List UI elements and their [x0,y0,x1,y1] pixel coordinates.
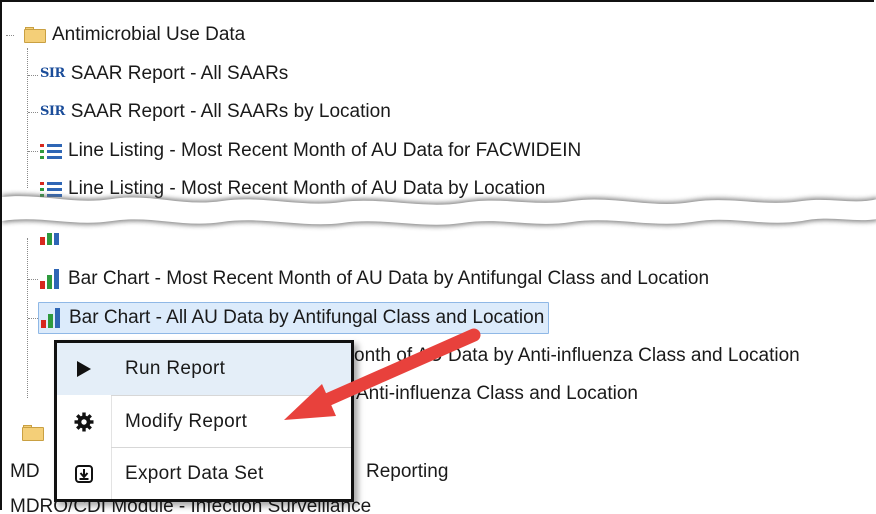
tree-item-label: Anti-influenza Class and Location [356,383,639,404]
tree-guide-line [27,48,28,188]
folder-label: Antimicrobial Use Data [52,24,246,45]
torn-edge-divider [2,194,876,227]
run-report-menu-item[interactable]: Run Report [57,343,351,395]
tree-item-bar-chart-partial[interactable] [40,233,62,247]
tree-connector [28,318,38,319]
folder-icon [24,27,46,43]
report-tree-panel: Antimicrobial Use Data SIR SAAR Report -… [0,0,876,512]
tree-item-bar-chart-recent-antifungal[interactable]: Bar Chart - Most Recent Month of AU Data… [40,264,709,294]
tree-item-mdro-reporting-right[interactable]: Reporting [366,457,448,487]
context-menu: Run Report Modify Report Export Data Set [54,340,354,502]
tree-item-bar-chart-all-anti-influenza[interactable]: Anti-influenza Class and Location [356,379,638,409]
tree-item-bar-chart-all-antifungal[interactable]: Bar Chart - All AU Data by Antifungal Cl… [38,302,550,334]
folder-icon [22,425,44,441]
tree-item-mdro-reporting-left[interactable]: MD [10,457,40,487]
tree-connector [6,35,14,36]
tree-connector [28,279,38,280]
export-data-set-menu-item[interactable]: Export Data Set [57,448,351,500]
tree-item-saar-all[interactable]: SIR SAAR Report - All SAARs [40,59,288,89]
menu-item-label: Export Data Set [125,463,264,484]
gear-icon [57,396,111,448]
tree-item-label: Bar Chart - All AU Data by Antifungal Cl… [69,307,545,328]
tree-connector [28,151,38,152]
modify-report-menu-item[interactable]: Modify Report [57,396,351,448]
bar-chart-icon [40,269,62,289]
bar-chart-icon [40,233,62,245]
tree-item-bar-chart-recent-anti-influenza[interactable]: onth of AU Data by Anti-influenza Class … [354,341,800,371]
bar-chart-icon [41,308,63,328]
export-icon [57,448,111,500]
tree-item-label: MD [10,461,40,482]
play-icon [57,343,111,395]
tree-item-saar-by-location[interactable]: SIR SAAR Report - All SAARs by Location [40,97,391,127]
tree-item-label: SAAR Report - All SAARs [70,63,289,84]
tree-folder-mdro[interactable] [22,418,44,448]
menu-item-label: Run Report [125,358,226,379]
line-listing-icon [40,142,62,160]
sir-icon: SIR [40,66,65,81]
tree-item-label: onth of AU Data by Anti-influenza Class … [354,345,800,366]
tree-item-label: SAAR Report - All SAARs by Location [70,101,391,122]
sir-icon: SIR [40,104,65,119]
tree-item-line-listing-facwidein[interactable]: Line Listing - Most Recent Month of AU D… [40,136,581,166]
tree-item-label: Reporting [366,461,449,482]
tree-item-label: Bar Chart - Most Recent Month of AU Data… [68,268,710,289]
menu-item-label: Modify Report [125,411,248,432]
tree-connector [28,75,38,76]
tree-item-label: Line Listing - Most Recent Month of AU D… [68,140,582,161]
tree-folder-antimicrobial-use[interactable]: Antimicrobial Use Data [24,20,245,50]
tree-connector [28,112,38,113]
